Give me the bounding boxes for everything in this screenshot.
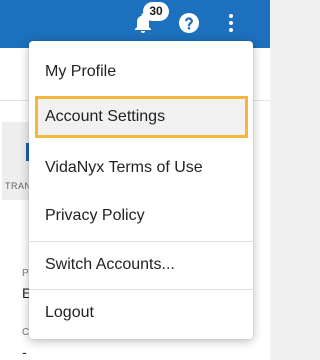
field-value: - bbox=[22, 344, 27, 360]
account-dropdown-menu: My Profile Account Settings VidaNyx Term… bbox=[29, 41, 253, 339]
menu-divider bbox=[29, 241, 253, 242]
field-label: P bbox=[22, 268, 29, 279]
menu-item-my-profile[interactable]: My Profile bbox=[29, 51, 253, 93]
menu-item-switch-accounts[interactable]: Switch Accounts... bbox=[29, 244, 253, 286]
menu-divider bbox=[29, 289, 253, 290]
help-icon[interactable] bbox=[177, 11, 201, 35]
tab-label: TRAN bbox=[5, 181, 32, 191]
menu-item-logout[interactable]: Logout bbox=[29, 292, 253, 334]
menu-item-terms-of-use[interactable]: VidaNyx Terms of Use bbox=[29, 147, 253, 189]
menu-item-privacy-policy[interactable]: Privacy Policy bbox=[29, 195, 253, 237]
notification-count-badge: 30 bbox=[143, 2, 169, 21]
menu-item-account-settings[interactable]: Account Settings bbox=[35, 96, 248, 138]
more-vertical-icon[interactable] bbox=[219, 11, 243, 35]
